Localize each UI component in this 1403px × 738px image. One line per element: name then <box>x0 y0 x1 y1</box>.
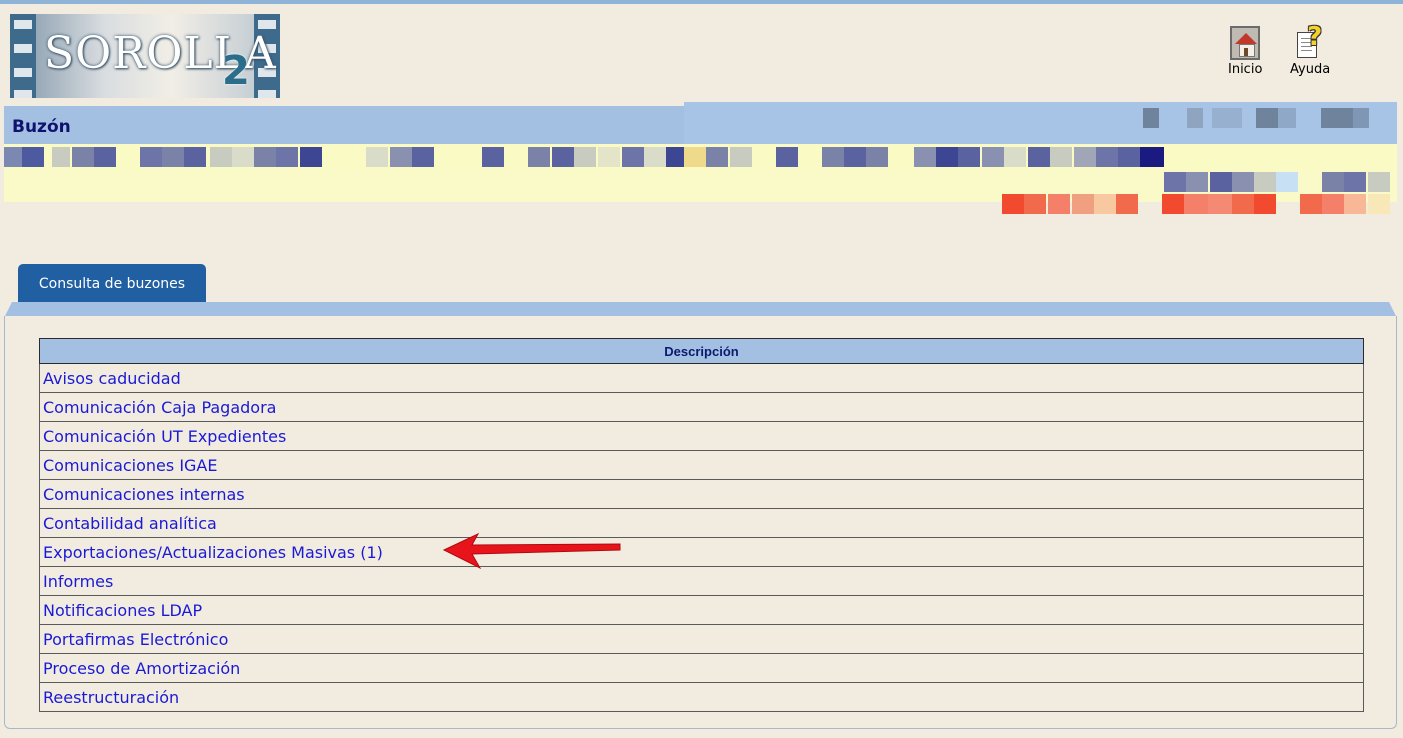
mailbox-table: Descripción Avisos caducidad Comunicació… <box>39 338 1364 712</box>
table-row: Comunicaciones IGAE <box>39 450 1364 480</box>
mailbox-link[interactable]: Comunicación UT Expedientes <box>43 427 286 446</box>
table-row: Informes <box>39 566 1364 596</box>
page-title: Buzón <box>12 117 71 137</box>
mailbox-link[interactable]: Notificaciones LDAP <box>43 601 202 620</box>
help-button[interactable]: ? Ayuda <box>1290 22 1331 77</box>
table-row: Proceso de Amortización <box>39 653 1364 683</box>
table-row: Contabilidad analítica <box>39 508 1364 538</box>
mailbox-link[interactable]: Portafirmas Electrónico <box>43 630 228 649</box>
red-arrow-annotation <box>442 532 621 570</box>
mailbox-link[interactable]: Comunicación Caja Pagadora <box>43 398 276 417</box>
help-icon: ? <box>1295 22 1325 60</box>
mailbox-link[interactable]: Informes <box>43 572 113 591</box>
tab-consulta-de-buzones[interactable]: Consulta de buzones <box>18 264 206 302</box>
title-bar: Buzón <box>4 102 1397 144</box>
table-row: Comunicación Caja Pagadora <box>39 392 1364 422</box>
mailbox-link[interactable]: Proceso de Amortización <box>43 659 240 678</box>
logo-number: 2 <box>222 48 250 94</box>
mailbox-link[interactable]: Contabilidad analítica <box>43 514 217 533</box>
table-row: Comunicaciones internas <box>39 479 1364 509</box>
redacted-header-area <box>684 102 1397 144</box>
table-row: Comunicación UT Expedientes <box>39 421 1364 451</box>
mailbox-link[interactable]: Reestructuración <box>43 688 179 707</box>
table-row: Portafirmas Electrónico <box>39 624 1364 654</box>
logo-film-strip-left <box>10 14 36 98</box>
table-row: Reestructuración <box>39 682 1364 712</box>
redacted-info-row-3 <box>4 194 1397 224</box>
mailbox-link[interactable]: Exportaciones/Actualizaciones Masivas (1… <box>43 543 383 562</box>
mailbox-link[interactable]: Avisos caducidad <box>43 369 181 388</box>
help-button-label: Ayuda <box>1290 62 1331 77</box>
table-row: Exportaciones/Actualizaciones Masivas (1… <box>39 537 1364 567</box>
column-header-descripcion[interactable]: Descripción <box>39 338 1364 364</box>
sorolla-logo: SOROLLA 2 <box>10 14 280 98</box>
top-border <box>0 0 1403 4</box>
redacted-info-row-1 <box>4 144 1397 170</box>
mailbox-link[interactable]: Comunicaciones internas <box>43 485 245 504</box>
mailbox-link[interactable]: Comunicaciones IGAE <box>43 456 217 475</box>
home-button-label: Inicio <box>1228 62 1263 77</box>
home-icon <box>1230 26 1261 60</box>
table-row: Avisos caducidad <box>39 363 1364 393</box>
table-row: Notificaciones LDAP <box>39 595 1364 625</box>
home-button[interactable]: Inicio <box>1228 26 1262 77</box>
